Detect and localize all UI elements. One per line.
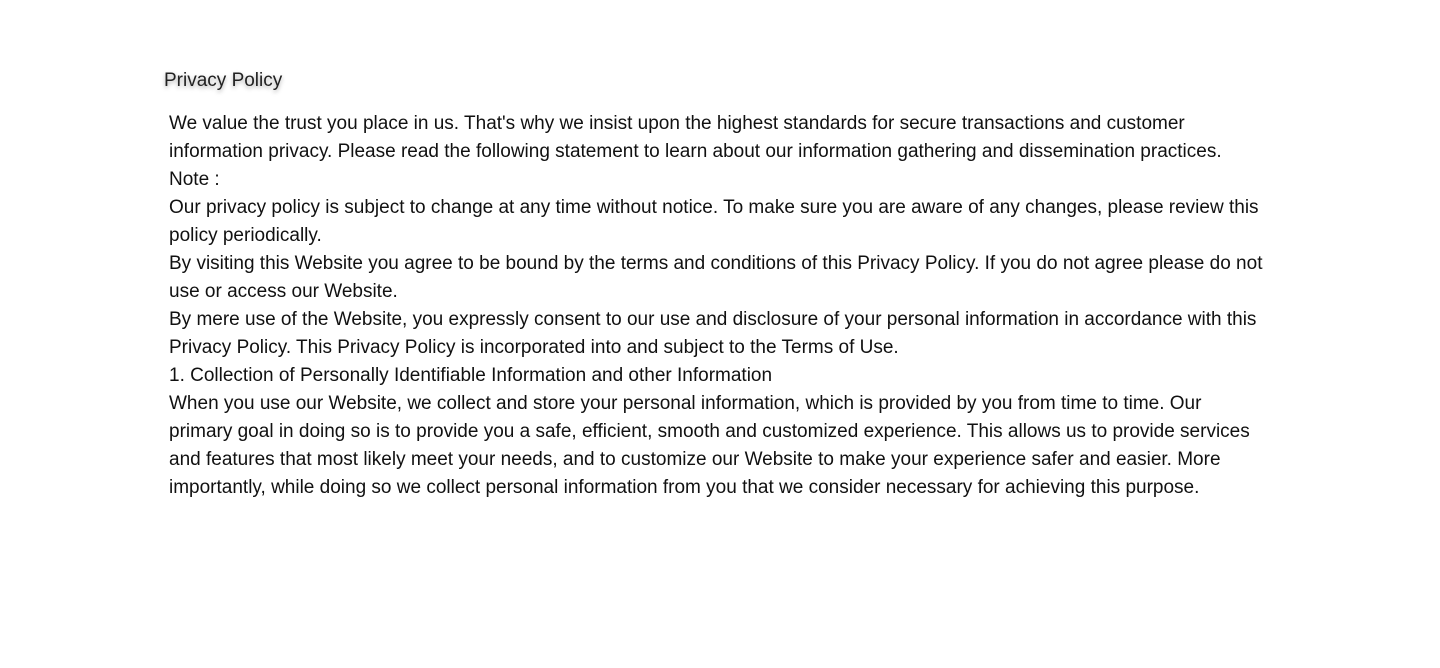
note-label: Note :	[169, 169, 220, 190]
section-heading: 1. Collection of Personally Identifiable…	[169, 365, 773, 386]
consent-paragraph: By mere use of the Website, you expressl…	[169, 309, 1257, 358]
change-notice-paragraph: Our privacy policy is subject to change …	[169, 197, 1259, 246]
agreement-paragraph: By visiting this Website you agree to be…	[169, 253, 1263, 302]
policy-content: We value the trust you place in us. That…	[169, 110, 1269, 502]
privacy-policy-page: Privacy Policy We value the trust you pl…	[0, 0, 1440, 668]
page-title: Privacy Policy	[164, 70, 283, 91]
collection-paragraph: When you use our Website, we collect and…	[169, 393, 1250, 498]
intro-paragraph: We value the trust you place in us. That…	[169, 113, 1222, 162]
